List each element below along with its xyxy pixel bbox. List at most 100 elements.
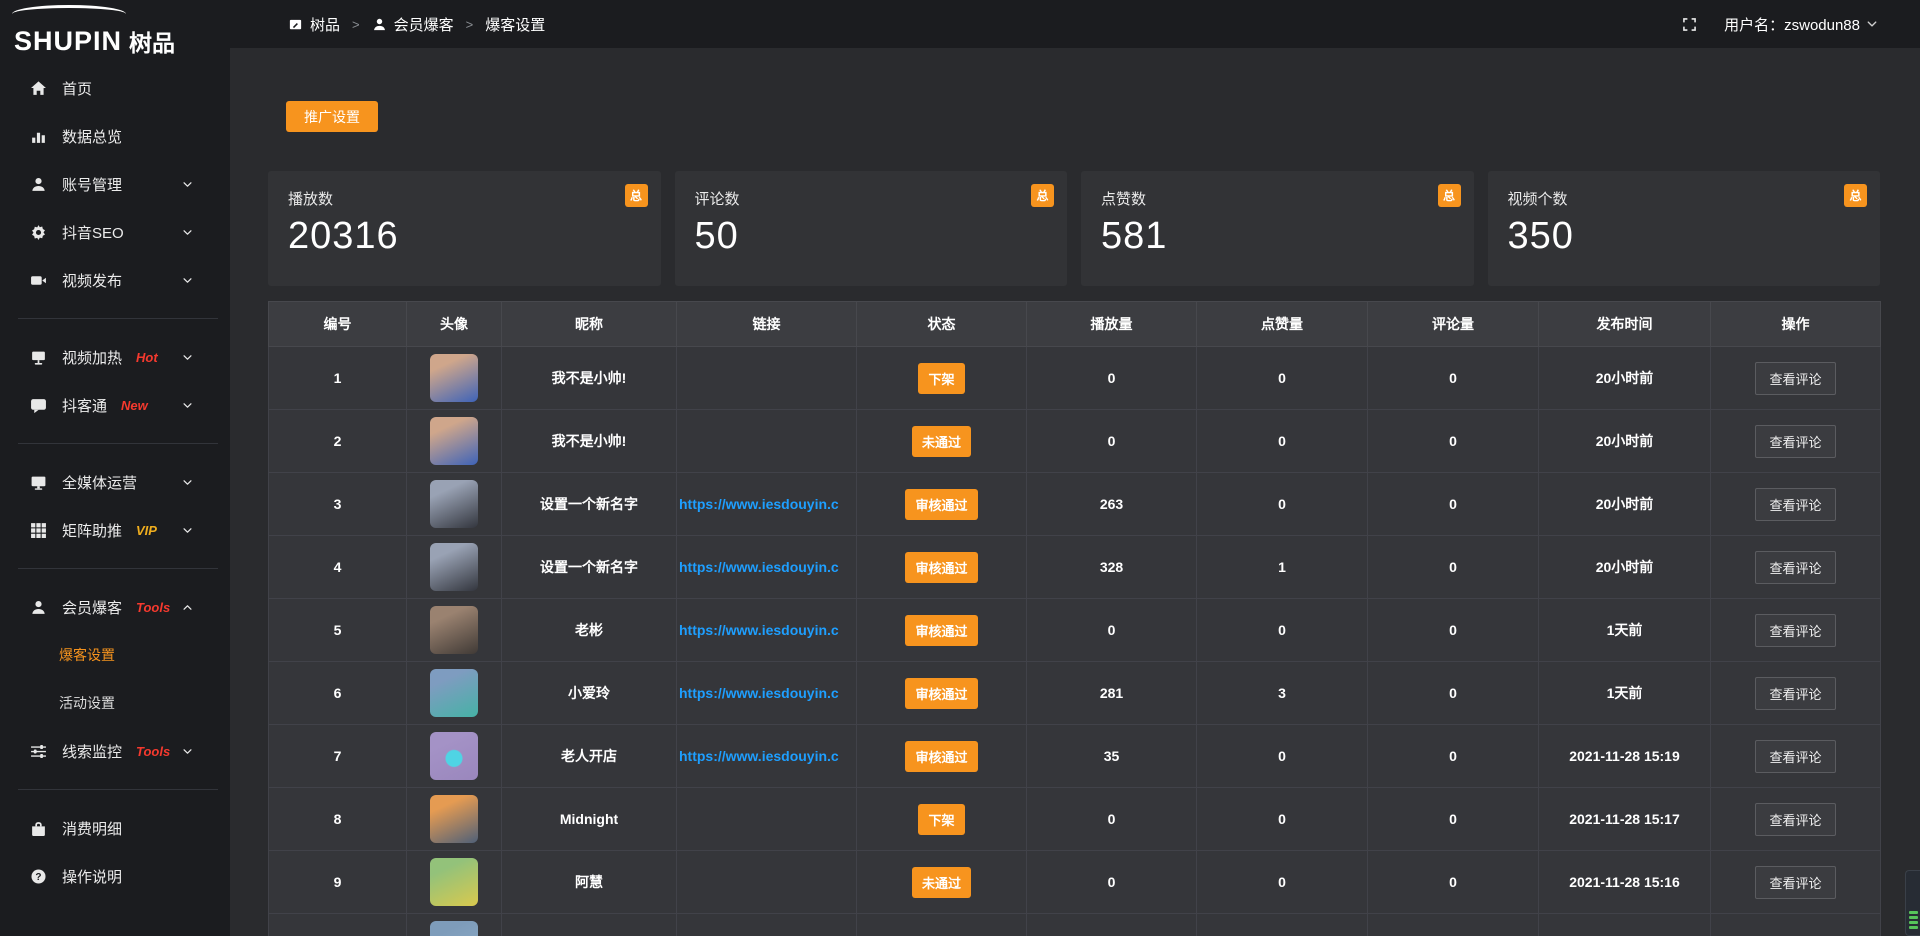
nickname-cell: [502, 914, 677, 936]
row-number-cell: 6: [269, 662, 407, 725]
sidebar-subitem-baoke-settings[interactable]: 爆客设置: [0, 631, 230, 679]
status-badge[interactable]: 未通过: [912, 426, 971, 457]
view-comments-button[interactable]: 查看评论: [1755, 677, 1835, 710]
action-cell: 查看评论: [1711, 347, 1881, 410]
promo-settings-button[interactable]: 推广设置: [286, 101, 378, 132]
user-icon: [30, 176, 47, 193]
video-link[interactable]: https://www.iesdouyin.c: [677, 496, 856, 512]
sidebar-item-badge: VIP: [136, 523, 157, 538]
breadcrumb-item[interactable]: 爆客设置: [485, 14, 545, 35]
sidebar-item-douyin-seo[interactable]: 抖音SEO: [0, 208, 230, 256]
username-dropdown[interactable]: 用户名：zswodun88: [1724, 14, 1878, 35]
status-badge[interactable]: 审核通过: [905, 615, 977, 646]
view-comments-button[interactable]: 查看评论: [1755, 425, 1835, 458]
action-cell: [1711, 914, 1881, 936]
sidebar-item-clue-monitor[interactable]: 线索监控Tools: [0, 727, 230, 775]
breadcrumb-item[interactable]: 会员爆客: [372, 14, 454, 35]
breadcrumb-separator: >: [466, 17, 474, 32]
status-badge[interactable]: 审核通过: [905, 678, 977, 709]
sidebar-item-consume-detail[interactable]: 消费明细: [0, 804, 230, 852]
sidebar-item-data-overview[interactable]: 数据总览: [0, 112, 230, 160]
action-cell: 查看评论: [1711, 410, 1881, 473]
plays-cell: [1027, 914, 1197, 936]
nickname-cell: 我不是小帅!: [502, 347, 677, 410]
sidebar-item-member-baoke[interactable]: 会员爆客Tools: [0, 583, 230, 631]
sidebar-item-help[interactable]: ?操作说明: [0, 852, 230, 900]
sidebar-item-label: 视频加热: [62, 347, 122, 368]
status-badge[interactable]: 未通过: [912, 867, 971, 898]
status-badge[interactable]: 审核通过: [905, 741, 977, 772]
sidebar-item-video-publish[interactable]: 视频发布: [0, 256, 230, 304]
sidebar-item-label: 视频发布: [62, 270, 122, 291]
stat-card-value: 20316: [288, 215, 641, 258]
floating-widget[interactable]: [1905, 870, 1920, 936]
action-cell: 查看评论: [1711, 788, 1881, 851]
sidebar-item-label: 矩阵助推: [62, 520, 122, 541]
sidebar-item-home[interactable]: 首页: [0, 64, 230, 112]
fullscreen-icon[interactable]: [1681, 16, 1698, 33]
sidebar-item-label: 消费明细: [62, 818, 122, 839]
table-row: 1我不是小帅!下架00020小时前查看评论: [269, 347, 1881, 410]
status-cell: 审核通过: [857, 662, 1027, 725]
brand-logo[interactable]: SHUPIN 树品: [0, 0, 230, 64]
publish-time-cell: 20小时前: [1539, 410, 1711, 473]
topbar-user-area: 用户名：zswodun88: [1681, 14, 1878, 35]
sidebar-item-video-heat[interactable]: 视频加热Hot: [0, 333, 230, 381]
sidebar-item-account-manage[interactable]: 账号管理: [0, 160, 230, 208]
row-number-cell: 1: [269, 347, 407, 410]
comments-cell: 0: [1368, 725, 1539, 788]
likes-cell: 0: [1197, 851, 1368, 914]
publish-time-cell: 1天前: [1539, 599, 1711, 662]
stat-card-total-badge: 总: [1031, 184, 1054, 207]
row-number-cell: [269, 914, 407, 936]
comments-cell: 0: [1368, 662, 1539, 725]
likes-cell: 0: [1197, 725, 1368, 788]
view-comments-button[interactable]: 查看评论: [1755, 488, 1835, 521]
brand-logo-en: SHUPIN: [14, 28, 122, 55]
nickname-cell: 设置一个新名字: [502, 536, 677, 599]
table-row: 2我不是小帅!未通过00020小时前查看评论: [269, 410, 1881, 473]
sidebar-item-label: 首页: [62, 78, 92, 99]
plays-cell: 35: [1027, 725, 1197, 788]
stat-card: 播放数20316总: [268, 171, 661, 286]
chevron-down-icon: [182, 477, 193, 488]
help-icon: ?: [30, 868, 47, 885]
view-comments-button[interactable]: 查看评论: [1755, 866, 1835, 899]
breadcrumb-item[interactable]: 树品: [288, 14, 340, 35]
sidebar-item-media-ops[interactable]: 全媒体运营: [0, 458, 230, 506]
logo-arc-decoration: [12, 5, 126, 23]
view-comments-button[interactable]: 查看评论: [1755, 551, 1835, 584]
view-comments-button[interactable]: 查看评论: [1755, 740, 1835, 773]
view-comments-button[interactable]: 查看评论: [1755, 362, 1835, 395]
wallet-icon: [30, 820, 47, 837]
video-link[interactable]: https://www.iesdouyin.c: [677, 622, 856, 638]
column-header: 状态: [857, 302, 1027, 347]
status-cell: [857, 914, 1027, 936]
comments-cell: 0: [1368, 788, 1539, 851]
status-badge[interactable]: 下架: [918, 363, 964, 394]
video-link[interactable]: https://www.iesdouyin.c: [677, 685, 856, 701]
breadcrumb-separator: >: [352, 17, 360, 32]
sidebar-item-douketong[interactable]: 抖客通New: [0, 381, 230, 429]
user-icon: [372, 17, 387, 32]
publish-time-cell: 20小时前: [1539, 536, 1711, 599]
breadcrumb-label: 爆客设置: [485, 14, 545, 35]
status-badge[interactable]: 下架: [918, 804, 964, 835]
video-link[interactable]: https://www.iesdouyin.c: [677, 559, 856, 575]
column-header: 头像: [407, 302, 502, 347]
status-badge[interactable]: 审核通过: [905, 489, 977, 520]
home-icon: [30, 80, 47, 97]
nickname-cell: Midnight: [502, 788, 677, 851]
action-cell: 查看评论: [1711, 473, 1881, 536]
column-header: 操作: [1711, 302, 1881, 347]
view-comments-button[interactable]: 查看评论: [1755, 803, 1835, 836]
video-link[interactable]: https://www.iesdouyin.c: [677, 748, 856, 764]
status-cell: 未通过: [857, 410, 1027, 473]
breadcrumb-label: 会员爆客: [394, 14, 454, 35]
view-comments-button[interactable]: 查看评论: [1755, 614, 1835, 647]
status-badge[interactable]: 审核通过: [905, 552, 977, 583]
main-content: 推广设置 播放数20316总评论数50总点赞数581总视频个数350总 编号头像…: [230, 48, 1920, 936]
sidebar-item-badge: New: [121, 398, 148, 413]
sidebar-subitem-activity-settings[interactable]: 活动设置: [0, 679, 230, 727]
sidebar-item-matrix-boost[interactable]: 矩阵助推 VIP: [0, 506, 230, 554]
